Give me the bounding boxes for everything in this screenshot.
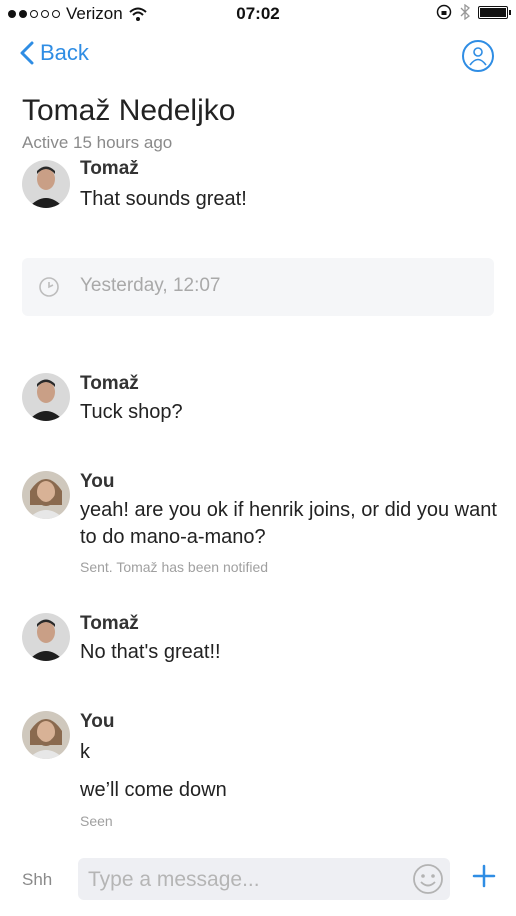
shh-button[interactable]: Shh bbox=[22, 870, 52, 890]
timestamp-divider: Yesterday, 12:07 bbox=[22, 258, 494, 316]
plus-icon[interactable] bbox=[472, 864, 496, 888]
user-circle-icon bbox=[469, 47, 487, 66]
avatar bbox=[22, 373, 70, 421]
message-text: k bbox=[80, 741, 90, 763]
back-label: Back bbox=[40, 40, 89, 65]
message-sender: You bbox=[80, 471, 115, 492]
message-sender: Tomaž bbox=[80, 613, 139, 634]
status-bar: Verizon 07:02 bbox=[0, 0, 516, 28]
message-status: Sent. Tomaž has been notified bbox=[80, 559, 269, 575]
page-title: Tomaž Nedeljko bbox=[22, 94, 236, 127]
conversation[interactable]: Tomaž That sounds great! Yesterday, 12:0… bbox=[0, 160, 516, 850]
clock-icon bbox=[39, 277, 59, 297]
message-composer: Shh bbox=[0, 850, 516, 916]
rotation-lock-icon bbox=[436, 4, 452, 20]
avatar bbox=[22, 711, 70, 759]
message-text: we’ll come down bbox=[80, 779, 227, 801]
message-status: Seen bbox=[80, 813, 113, 829]
battery-icon bbox=[478, 5, 511, 19]
message-text: Tuck shop? bbox=[80, 401, 183, 423]
message-item: Tomaž No that's great!! bbox=[22, 613, 492, 683]
message-item: Tomaž Tuck shop? bbox=[22, 373, 492, 443]
avatar bbox=[22, 613, 70, 661]
message-sender: You bbox=[80, 711, 115, 732]
message-text: That sounds great! bbox=[80, 188, 247, 210]
smiley-icon[interactable] bbox=[412, 863, 444, 895]
chevron-left-icon bbox=[20, 41, 34, 65]
message-field[interactable] bbox=[78, 858, 450, 900]
timestamp-text: Yesterday, 12:07 bbox=[80, 275, 221, 296]
back-button[interactable]: Back bbox=[20, 40, 89, 66]
avatar bbox=[22, 160, 70, 208]
message-item: You yeah! are you ok if henrik joins, or… bbox=[22, 471, 497, 591]
status-right bbox=[436, 4, 511, 20]
message-item: Tomaž That sounds great! bbox=[22, 160, 492, 220]
message-item: You k we’ll come down Seen bbox=[22, 711, 492, 831]
message-input[interactable] bbox=[86, 864, 410, 896]
message-sender: Tomaž bbox=[80, 373, 139, 394]
message-text: yeah! are you ok if henrik joins, or did… bbox=[80, 499, 497, 548]
message-text: No that's great!! bbox=[80, 641, 221, 663]
message-sender: Tomaž bbox=[80, 160, 139, 179]
active-status: Active 15 hours ago bbox=[22, 133, 173, 152]
avatar bbox=[22, 471, 70, 519]
profile-button[interactable] bbox=[462, 40, 494, 72]
bluetooth-icon bbox=[460, 4, 470, 20]
